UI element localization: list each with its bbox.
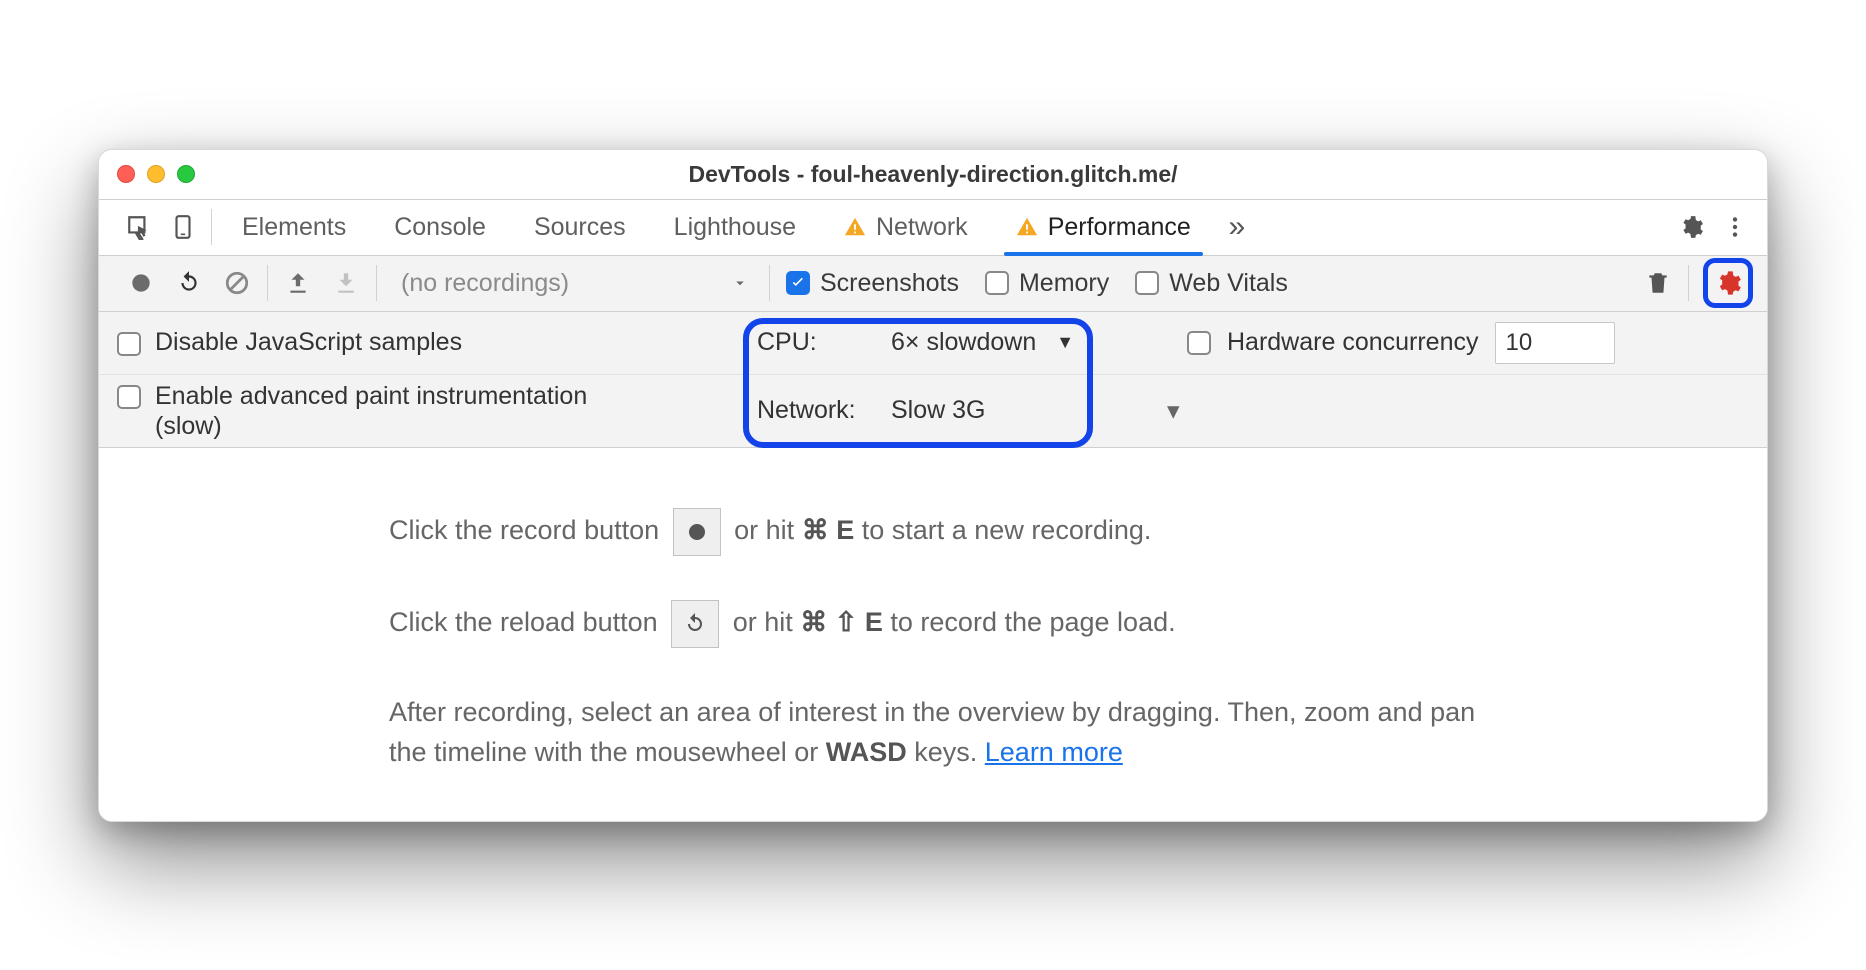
devtools-tabbar: Elements Console Sources Lighthouse Netw… [99,200,1767,256]
tab-elements[interactable]: Elements [218,200,370,255]
minimize-window-button[interactable] [147,165,165,183]
tab-label: Elements [242,213,346,242]
upload-button[interactable] [274,261,322,305]
performance-toolbar: (no recordings) Screenshots Memory Web V… [99,256,1767,312]
hint-reload: Click the reload button or hit ⌘ ⇧ E to … [389,600,1489,648]
memory-checkbox-row[interactable]: Memory [975,269,1125,298]
cpu-throttle-row[interactable]: CPU: 6× slowdown ▼ [757,328,1137,357]
screenshots-checkbox[interactable] [786,271,810,295]
download-button[interactable] [322,261,370,305]
hint-record: Click the record button or hit ⌘ E to st… [389,508,1489,556]
tab-label: Sources [534,213,626,242]
chevron-down-icon [731,274,749,292]
webvitals-label: Web Vitals [1169,269,1288,298]
warning-icon [844,216,866,238]
inspect-icon[interactable] [117,205,161,249]
hardware-concurrency-row[interactable]: Hardware concurrency [1187,322,1615,364]
tab-console[interactable]: Console [370,200,510,255]
divider [211,209,212,245]
capture-settings-button[interactable] [1703,258,1753,308]
paint-instr-label: Enable advanced paint instrumentation (s… [155,381,635,441]
reload-icon [671,600,719,648]
record-button[interactable] [117,261,165,305]
learn-more-link[interactable]: Learn more [985,737,1123,767]
settings-icon[interactable] [1669,205,1713,249]
paint-instrumentation-row[interactable]: Enable advanced paint instrumentation (s… [117,381,757,441]
empty-state-content: Click the record button or hit ⌘ E to st… [99,448,1767,821]
record-icon [673,508,721,556]
tab-label: Performance [1048,213,1191,242]
network-label: Network: [757,396,877,425]
window-title: DevTools - foul-heavenly-direction.glitc… [99,161,1767,188]
titlebar: DevTools - foul-heavenly-direction.glitc… [99,150,1767,200]
hint-after: After recording, select an area of inter… [389,692,1489,773]
divider [1688,265,1689,301]
webvitals-checkbox-row[interactable]: Web Vitals [1125,269,1304,298]
tab-label: Lighthouse [674,213,796,242]
hwconc-checkbox[interactable] [1187,331,1211,355]
device-toggle-icon[interactable] [161,205,205,249]
memory-checkbox[interactable] [985,271,1009,295]
tab-performance[interactable]: Performance [992,200,1215,255]
network-throttle-row[interactable]: Network: Slow 3G [757,396,1137,425]
close-window-button[interactable] [117,165,135,183]
screenshots-label: Screenshots [820,269,959,298]
kebab-menu-icon[interactable] [1713,205,1757,249]
tab-network[interactable]: Network [820,200,992,255]
network-throttle-value: Slow 3G [891,396,985,425]
chevron-down-icon: ▾ [1167,396,1180,426]
clear-button[interactable] [213,261,261,305]
tab-label: Console [394,213,486,242]
divider [267,265,268,301]
zoom-window-button[interactable] [177,165,195,183]
chevron-down-icon: ▼ [1056,332,1074,353]
reload-button[interactable] [165,261,213,305]
devtools-window: DevTools - foul-heavenly-direction.glitc… [98,149,1768,822]
hwconc-input[interactable] [1495,322,1615,364]
cpu-throttle-value: 6× slowdown [891,328,1036,357]
recordings-label: (no recordings) [401,269,569,298]
recordings-dropdown[interactable]: (no recordings) [383,269,763,298]
cpu-label: CPU: [757,328,877,357]
disable-js-samples-row[interactable]: Disable JavaScript samples [117,328,757,357]
screenshots-checkbox-row[interactable]: Screenshots [776,269,975,298]
webvitals-checkbox[interactable] [1135,271,1159,295]
window-controls [117,165,195,183]
divider [769,265,770,301]
warning-icon [1016,216,1038,238]
tab-sources[interactable]: Sources [510,200,650,255]
paint-instr-checkbox[interactable] [117,385,141,409]
more-tabs-button[interactable]: » [1215,210,1259,244]
disable-js-label: Disable JavaScript samples [155,328,462,357]
hwconc-label: Hardware concurrency [1227,328,1479,357]
divider [376,265,377,301]
disable-js-checkbox[interactable] [117,332,141,356]
capture-settings-panel: Disable JavaScript samples CPU: 6× slowd… [99,312,1767,448]
trash-button[interactable] [1634,261,1682,305]
tab-label: Network [876,213,968,242]
tab-lighthouse[interactable]: Lighthouse [650,200,820,255]
memory-label: Memory [1019,269,1109,298]
